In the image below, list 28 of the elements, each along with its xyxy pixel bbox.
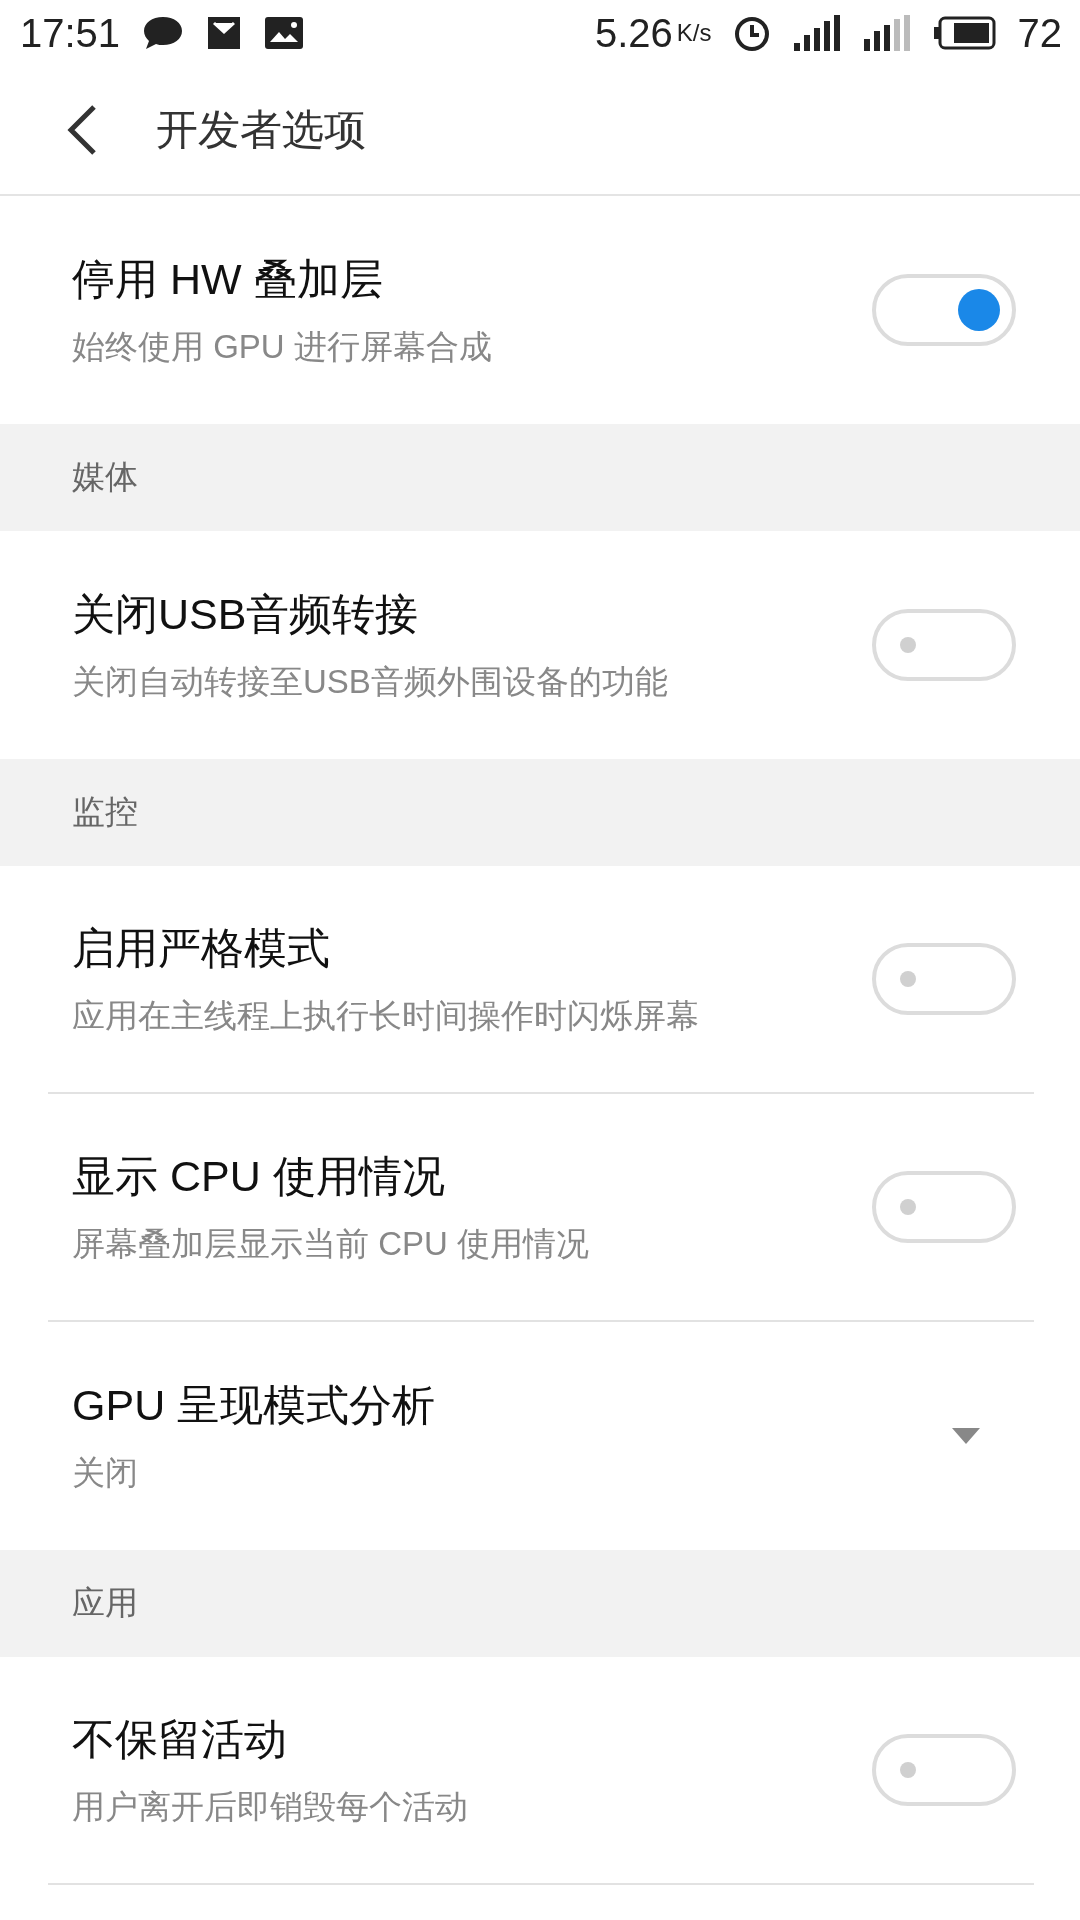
setting-description: 屏幕叠加层显示当前 CPU 使用情况 xyxy=(72,1223,590,1264)
setting-description: 应用在主线程上执行长时间操作时闪烁屏幕 xyxy=(72,995,700,1036)
battery-icon xyxy=(933,16,996,50)
setting-description: 关闭 xyxy=(72,1452,139,1493)
setting-description: 用户离开后即销毁每个活动 xyxy=(72,1786,469,1827)
battery-level: 72 xyxy=(1017,10,1062,56)
signal-icon xyxy=(863,15,912,51)
section-header: 媒体 xyxy=(72,457,138,497)
setting-title: 停用 HW 叠加层 xyxy=(72,253,384,305)
setting-title: 关闭USB音频转接 xyxy=(72,588,420,640)
dropdown-icon[interactable] xyxy=(952,1428,980,1444)
network-speed: 5.26 xyxy=(594,10,673,56)
setting-title: 启用严格模式 xyxy=(72,922,331,974)
page-title: 开发者选项 xyxy=(156,105,366,155)
mail-icon xyxy=(206,15,243,51)
signal-icon xyxy=(793,15,842,51)
setting-title: 显示 CPU 使用情况 xyxy=(72,1150,446,1202)
image-icon xyxy=(264,16,305,50)
chat-bubble-icon xyxy=(142,15,185,51)
setting-description: 始终使用 GPU 进行屏幕合成 xyxy=(72,326,493,367)
setting-title: GPU 呈现模式分析 xyxy=(72,1379,437,1431)
speed-unit: K/s xyxy=(676,19,712,47)
section-header: 应用 xyxy=(72,1583,138,1623)
setting-description: 关闭自动转接至USB音频外围设备的功能 xyxy=(72,661,669,702)
section-header: 监控 xyxy=(72,792,138,832)
status-time: 17:51 xyxy=(20,10,121,56)
back-icon[interactable] xyxy=(66,104,98,156)
setting-title: 不保留活动 xyxy=(72,1713,288,1765)
